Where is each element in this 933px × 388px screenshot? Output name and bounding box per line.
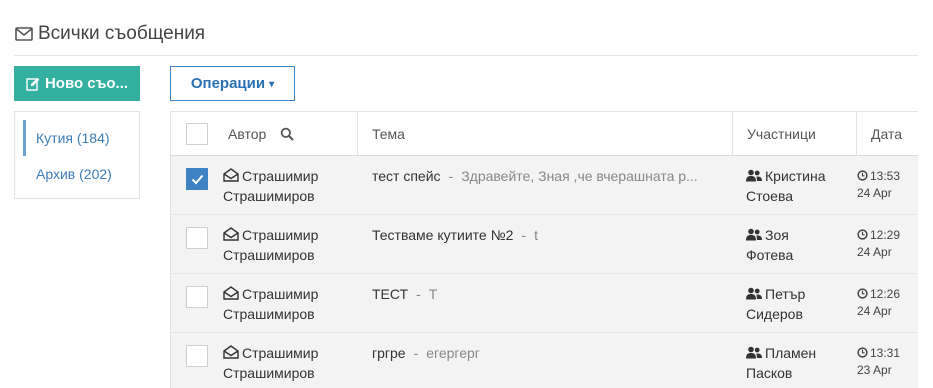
column-author: Автор (171, 112, 358, 156)
check-icon (191, 174, 203, 184)
message-participants: Петър Сидеров (746, 284, 805, 324)
table-row[interactable]: Страшимир Страшимиров гргре - егергерг Пла… (171, 333, 918, 388)
search-icon[interactable] (280, 127, 295, 141)
message-day: 24 Apr (857, 304, 892, 318)
message-participants: Кристина Стоева (746, 166, 826, 206)
select-all-checkbox[interactable] (186, 123, 208, 145)
row-checkbox[interactable] (186, 168, 208, 190)
message-day: 23 Apr (857, 363, 892, 377)
participant-last-name: Фотева (746, 247, 794, 263)
message-time: 13:31 (870, 346, 901, 360)
column-participants-label: Участници (747, 126, 816, 142)
subject-text: тест спейс (372, 168, 441, 184)
message-date: 13:31 23 Apr (857, 345, 900, 379)
subject-text: ТЕСТ (372, 286, 409, 302)
edit-icon (26, 77, 40, 91)
author-last-name: Страшимиров (223, 247, 315, 263)
column-participants[interactable]: Участници (733, 112, 857, 156)
compose-button-label: Ново съо... (44, 75, 129, 92)
message-subject[interactable]: тест спейс - Здравейте, Зная ,че вчерашнат… (372, 166, 720, 186)
message-author: Страшимир Страшимиров (223, 166, 318, 206)
row-checkbox[interactable] (186, 227, 208, 249)
table-row[interactable]: Страшимир Страшимиров Тестваме кутиите №… (171, 215, 918, 274)
message-date: 13:53 24 Apr (857, 168, 900, 202)
participant-last-name: Пасков (746, 365, 793, 381)
page-header: Всички съобщения (14, 22, 918, 56)
message-subject[interactable]: Тестваме кутиите №2- t (372, 225, 720, 245)
operations-label: Операции (190, 75, 266, 92)
envelope-open-icon (223, 227, 239, 241)
author-first-name: Страшимир (242, 168, 319, 184)
message-time: 12:29 (870, 228, 901, 242)
message-subject[interactable]: гргре - егергерг (372, 343, 720, 363)
folder-label: Кутия (184) (36, 130, 110, 146)
envelope-open-icon (223, 286, 239, 300)
subject-text: Тестваме кутиите №2 (372, 227, 514, 243)
message-author: Страшимир Страшимиров (223, 284, 318, 324)
table-row[interactable]: Страшимир Страшимиров тест спейс - Здравей… (171, 156, 918, 215)
page-title: Всички съобщения (38, 23, 206, 44)
message-date: 12:26 24 Apr (857, 286, 900, 320)
folder-list: Кутия (184) Архив (202) (14, 111, 140, 199)
column-subject[interactable]: Тема (358, 112, 733, 156)
folder-archive[interactable]: Архив (202) (23, 156, 133, 192)
operations-dropdown[interactable]: Операции ▾ (170, 66, 295, 101)
users-icon (746, 346, 762, 359)
clock-icon (857, 288, 868, 299)
author-first-name: Страшимир (242, 345, 319, 361)
message-author: Страшимир Страшимиров (223, 343, 318, 383)
column-subject-label: Тема (372, 126, 405, 142)
message-preview: Здравейте, Зная ,че вчерашната р... (461, 168, 698, 184)
clock-icon (857, 170, 868, 181)
message-date: 12:29 24 Apr (857, 227, 900, 261)
participant-first-name: Пламен (765, 345, 817, 361)
message-day: 24 Apr (857, 186, 892, 200)
column-date-label: Дата (871, 126, 903, 142)
users-icon (746, 228, 762, 241)
message-day: 24 Apr (857, 245, 892, 259)
table-header: Автор Тема Участници Дата (171, 112, 918, 156)
participant-first-name: Кристина (765, 168, 826, 184)
message-preview: егергерг (426, 345, 480, 361)
author-last-name: Страшимиров (223, 306, 315, 322)
messages-table: Автор Тема Участници Дата Страшимир Стра… (170, 111, 918, 388)
message-preview: t (534, 227, 538, 243)
users-icon (746, 169, 762, 182)
participant-first-name: Зоя (765, 227, 789, 243)
message-preview: Т (428, 286, 438, 302)
chevron-down-icon: ▾ (269, 79, 275, 90)
message-subject[interactable]: ТЕСТ - Т (372, 284, 720, 304)
author-first-name: Страшимир (242, 286, 319, 302)
column-date[interactable]: Дата (857, 112, 918, 156)
envelope-open-icon (223, 345, 239, 359)
envelope-open-icon (223, 168, 239, 182)
message-author: Страшимир Страшимиров (223, 225, 318, 265)
author-last-name: Страшимиров (223, 365, 315, 381)
clock-icon (857, 347, 868, 358)
message-time: 13:53 (870, 169, 901, 183)
author-last-name: Страшимиров (223, 188, 315, 204)
row-checkbox[interactable] (186, 286, 208, 308)
folder-inbox[interactable]: Кутия (184) (23, 120, 133, 156)
message-participants: Пламен Пасков (746, 343, 816, 383)
author-first-name: Страшимир (242, 227, 319, 243)
participant-first-name: Петър (765, 286, 806, 302)
participant-last-name: Сидеров (746, 306, 803, 322)
subject-text: гргре (372, 345, 406, 361)
message-participants: Зоя Фотева (746, 225, 793, 265)
table-row[interactable]: Страшимир Страшимиров ТЕСТ - Т Петър Сидер… (171, 274, 918, 333)
users-icon (746, 287, 762, 300)
column-author-label: Автор (228, 126, 267, 142)
message-time: 12:26 (870, 287, 901, 301)
participant-last-name: Стоева (746, 188, 794, 204)
clock-icon (857, 229, 868, 240)
row-checkbox[interactable] (186, 345, 208, 367)
compose-button[interactable]: Ново съо... (14, 66, 140, 101)
folder-label: Архив (202) (36, 166, 112, 182)
envelope-icon (15, 27, 33, 41)
